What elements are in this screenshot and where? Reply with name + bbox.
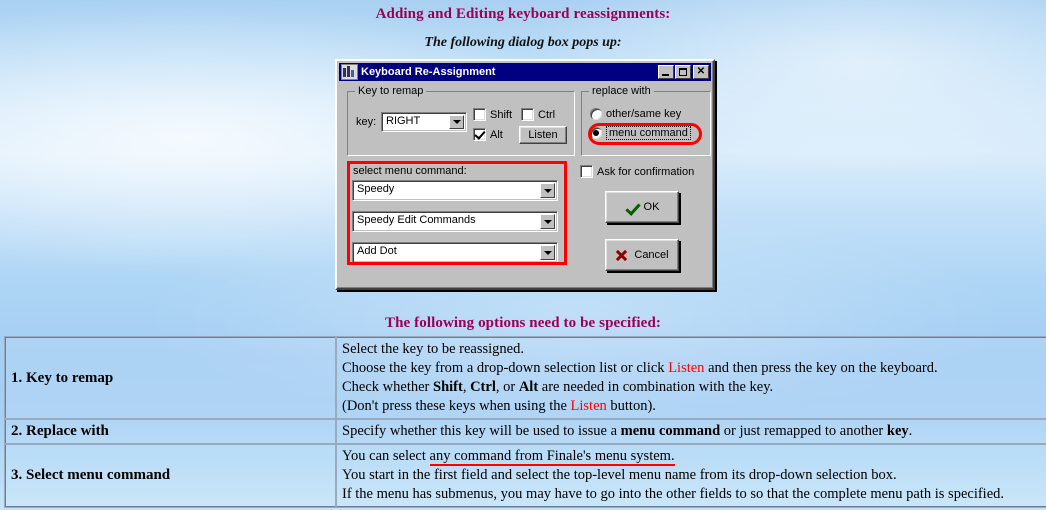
desc-text: are needed in combination with the key. xyxy=(538,379,774,395)
key-dropdown[interactable]: RIGHT xyxy=(381,112,467,132)
maximize-button[interactable] xyxy=(675,65,691,79)
shift-checkbox[interactable]: Shift xyxy=(473,108,512,121)
alt-checkbox-box[interactable] xyxy=(473,128,486,141)
group-key-to-remap-label: Key to remap xyxy=(355,85,427,97)
menu-level1-value: Speedy xyxy=(357,183,395,195)
desc-text: , xyxy=(462,379,471,395)
listen-reference: Listen xyxy=(668,360,705,376)
menu-level2-value: Speedy Edit Commands xyxy=(357,214,476,226)
chevron-down-icon[interactable] xyxy=(540,183,555,198)
ask-for-confirmation-label: Ask for confirmation xyxy=(597,165,695,178)
shift-reference: Shift xyxy=(433,379,463,395)
radio-menu-command[interactable]: menu command xyxy=(590,126,691,140)
ctrl-reference: Ctrl xyxy=(470,379,496,395)
select-menu-command-label: select menu command: xyxy=(353,165,467,177)
menu-system-emphasis: any command from Finale's menu system. xyxy=(429,448,675,466)
desc-line: You start in the first field and select … xyxy=(342,467,897,483)
keyboard-app-icon xyxy=(341,64,358,80)
options-table: 1. Key to remap Select the key to be rea… xyxy=(4,336,1046,508)
shift-checkbox-box[interactable] xyxy=(473,108,486,121)
chevron-down-icon[interactable] xyxy=(540,245,555,260)
ctrl-checkbox-box[interactable] xyxy=(521,108,534,121)
option-desc-3: You can select any command from Finale's… xyxy=(335,443,1046,508)
key-reference: key xyxy=(886,423,909,439)
group-replace-with: replace with other/same key menu command xyxy=(581,85,711,156)
menu-level3-value: Add Dot xyxy=(357,245,397,257)
cancel-button-label: Cancel xyxy=(634,249,669,261)
dialog-frame: Keyboard Re-Assignment ✕ Key to remap ke… xyxy=(335,59,715,290)
menu-level2-dropdown[interactable]: Speedy Edit Commands xyxy=(352,211,558,232)
listen-reference: Listen xyxy=(570,398,607,414)
desc-text: or just remapped to another xyxy=(720,423,887,439)
options-heading: The following options need to be specifi… xyxy=(385,315,661,331)
menu-command-reference: menu command xyxy=(620,423,721,439)
desc-text: . xyxy=(908,423,913,439)
option-label-2: 2. Replace with xyxy=(4,418,337,445)
desc-line: (Don't press these keys when using the L… xyxy=(342,397,1046,416)
minimize-button[interactable] xyxy=(658,65,674,79)
checkmark-icon xyxy=(625,202,638,213)
menu-level3-dropdown[interactable]: Add Dot xyxy=(352,242,558,263)
dialog-titlebar[interactable]: Keyboard Re-Assignment ✕ xyxy=(339,63,711,81)
keyboard-reassignment-dialog: Keyboard Re-Assignment ✕ Key to remap ke… xyxy=(335,59,715,290)
ask-for-confirmation-box[interactable] xyxy=(580,165,593,178)
alt-checkbox-label: Alt xyxy=(490,128,503,141)
option-desc-2: Specify whether this key will be used to… xyxy=(335,418,1046,445)
option-label-1: 1. Key to remap xyxy=(4,336,337,420)
page-subtitle: The following dialog box pops up: xyxy=(424,35,622,50)
chevron-down-icon[interactable] xyxy=(540,214,555,229)
desc-line: Specify whether this key will be used to… xyxy=(342,422,1046,441)
table-row: 3. Select menu command You can select an… xyxy=(4,443,1046,508)
table-row: 1. Key to remap Select the key to be rea… xyxy=(4,336,1046,420)
group-replace-with-label: replace with xyxy=(589,85,654,97)
radio-menu-command-dot[interactable] xyxy=(590,127,602,139)
radio-other-same-key-label: other/same key xyxy=(606,108,682,120)
desc-text: and then press the key on the keyboard. xyxy=(704,360,938,376)
table-row: 2. Replace with Specify whether this key… xyxy=(4,418,1046,445)
chevron-down-icon[interactable] xyxy=(449,115,464,129)
ok-button[interactable]: OK xyxy=(605,191,679,223)
option-label-3: 3. Select menu command xyxy=(4,443,337,508)
group-key-to-remap: Key to remap key: RIGHT Shift Ctrl Alt L… xyxy=(347,85,575,156)
close-button[interactable]: ✕ xyxy=(693,65,709,79)
desc-line: Check whether Shift, Ctrl, or Alt are ne… xyxy=(342,378,1046,397)
radio-menu-command-label: menu command xyxy=(606,126,691,140)
dialog-client-area: Key to remap key: RIGHT Shift Ctrl Alt L… xyxy=(339,83,711,286)
desc-text: , or xyxy=(495,379,519,395)
desc-text: Choose the key from a drop-down selectio… xyxy=(342,360,669,376)
dialog-title-text: Keyboard Re-Assignment xyxy=(361,66,496,78)
desc-text: You can select xyxy=(342,448,430,464)
ctrl-checkbox[interactable]: Ctrl xyxy=(521,108,555,121)
desc-text: (Don't press these keys when using the xyxy=(342,398,571,414)
ctrl-checkbox-label: Ctrl xyxy=(538,108,556,121)
desc-line: Select the key to be reassigned. xyxy=(342,341,524,357)
ask-for-confirmation-checkbox[interactable]: Ask for confirmation xyxy=(580,165,694,178)
radio-other-same-key[interactable]: other/same key xyxy=(590,108,681,120)
page-title: Adding and Editing keyboard reassignment… xyxy=(375,6,671,22)
desc-text: Specify whether this key will be used to… xyxy=(342,423,621,439)
menu-level1-dropdown[interactable]: Speedy xyxy=(352,180,558,201)
key-field-label: key: xyxy=(356,116,377,128)
x-mark-icon xyxy=(615,249,628,261)
option-desc-1: Select the key to be reassigned. Choose … xyxy=(335,336,1046,420)
shift-checkbox-label: Shift xyxy=(490,108,513,121)
desc-line: Choose the key from a drop-down selectio… xyxy=(342,359,1046,378)
desc-line: You can select any command from Finale's… xyxy=(342,447,1046,466)
alt-checkbox[interactable]: Alt xyxy=(473,128,503,141)
desc-text: button). xyxy=(606,398,656,414)
titlebar-buttons: ✕ xyxy=(657,65,709,79)
key-dropdown-value: RIGHT xyxy=(386,115,421,127)
ok-button-label: OK xyxy=(643,201,660,213)
desc-line: If the menu has submenus, you may have t… xyxy=(342,486,1005,502)
listen-button[interactable]: Listen xyxy=(519,126,567,144)
alt-reference: Alt xyxy=(518,379,539,395)
radio-other-same-key-dot[interactable] xyxy=(590,108,602,120)
desc-text: Check whether xyxy=(342,379,433,395)
cancel-button[interactable]: Cancel xyxy=(605,239,679,271)
